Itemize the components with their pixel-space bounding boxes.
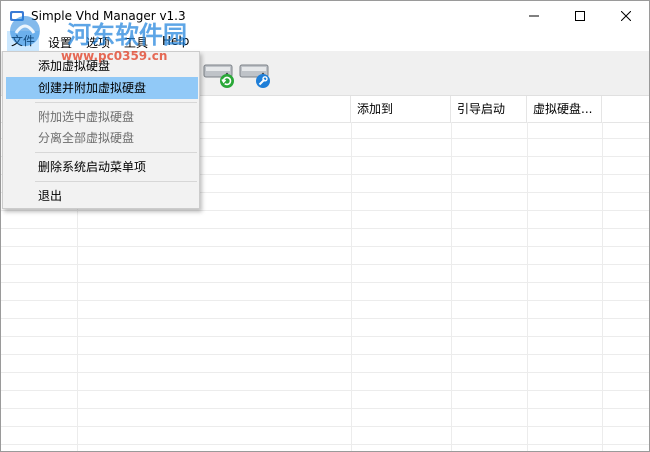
column-header-vhd[interactable]: 虚拟硬盘... (527, 96, 602, 122)
table-row (1, 266, 649, 283)
menu-item-attach-selected: 附加选中虚拟硬盘 (38, 110, 135, 124)
table-row (1, 374, 649, 391)
menu-separator (35, 152, 197, 153)
table-row (1, 446, 649, 451)
menu-separator (35, 102, 197, 103)
close-icon (621, 11, 631, 21)
table-row (1, 248, 649, 265)
table-row (1, 284, 649, 301)
file-dropdown-menu: 添加虚拟硬盘 创建并附加虚拟硬盘 附加选中虚拟硬盘 分离全部虚拟硬盘 删除系统启… (2, 51, 200, 209)
table-row (1, 410, 649, 427)
column-header-boot[interactable]: 引导启动 (451, 96, 527, 122)
disk-settings-button[interactable] (239, 59, 273, 89)
watermark-site-name: 河东软件园 (67, 20, 187, 49)
menu-item-create-attach-vhd[interactable]: 创建并附加虚拟硬盘 (6, 77, 198, 99)
column-header-attach-to[interactable]: 添加到 (351, 96, 451, 122)
close-button[interactable] (603, 1, 649, 31)
maximize-icon (575, 11, 585, 21)
disk-settings-icon (239, 64, 270, 88)
table-row (1, 230, 649, 247)
table-row (1, 302, 649, 319)
menu-item-detach-all: 分离全部虚拟硬盘 (38, 131, 135, 145)
refresh-disk-button[interactable] (203, 59, 237, 89)
minimize-icon (529, 15, 539, 17)
table-row (1, 320, 649, 337)
menu-item-exit[interactable]: 退出 (6, 185, 198, 207)
minimize-button[interactable] (511, 1, 557, 31)
app-window: Simple Vhd Manager v1.3 文件 设置 选项 工具 Help (0, 0, 650, 452)
watermark-logo-icon (10, 16, 40, 46)
table-row (1, 428, 649, 445)
table-row (1, 338, 649, 355)
menu-separator (35, 181, 197, 182)
menu-item-remove-boot-entry[interactable]: 删除系统启动菜单项 (6, 156, 198, 178)
table-row (1, 392, 649, 409)
table-row (1, 356, 649, 373)
maximize-button[interactable] (557, 1, 603, 31)
watermark-url: www.pc0359.cn (61, 49, 168, 63)
table-row (1, 212, 649, 229)
disk-refresh-icon (203, 64, 234, 88)
